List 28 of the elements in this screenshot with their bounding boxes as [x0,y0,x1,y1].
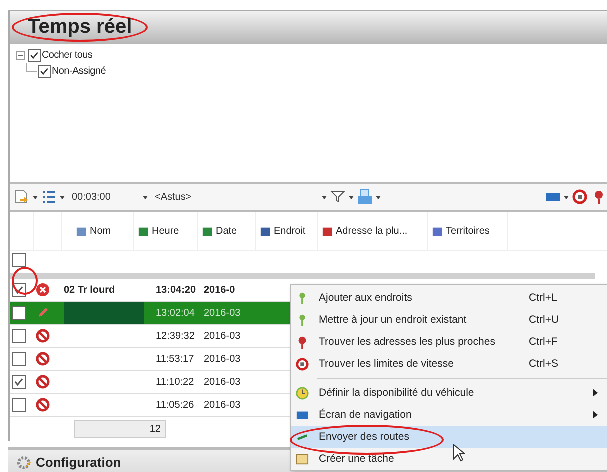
menu-item-label: Trouver les limites de vitesse [318,358,455,370]
shortcut-label: Ctrl+L [529,292,558,304]
table-cell-text: 2016-03 [204,400,242,411]
table-cell-text: 11:05:26 [155,400,196,411]
table-cell-text: 2016-0 [204,284,236,296]
menu-item-label: Trouver les adresses les plus proches [318,336,496,348]
shortcut-label: Ctrl+S [529,358,560,370]
table-cell-text: 2016-03 [204,376,242,388]
table-cell-text: 13:04:20 [155,284,198,296]
table-cell-text: 13:02:04 [155,308,196,319]
table-cell-text: 2016-03 [204,354,242,365]
menu-item-label: Ajouter aux endroits [318,292,414,304]
menu-item-label: Envoyer des routes [318,431,410,443]
table-cell-text: 2016-03 [204,308,242,319]
panel-title: Configuration [36,455,122,470]
shortcut-label: Ctrl+U [529,314,560,326]
menu-item-label: Définir la disponibilité du véhicule [318,387,476,399]
table-cell-text: 2016-03 [204,330,242,342]
panel-title: Temps réel [12,12,148,42]
table-cell-text: 11:53:17 [155,354,196,365]
menu-item-label: Écran de navigation [318,409,413,421]
table-cell-text: 12:39:32 [155,330,196,342]
vehicle-name: 02 Tr lourd [64,284,116,296]
menu-item-label: Mettre à jour un endroit existant [318,314,468,326]
table-cell-text: 11:10:22 [155,376,196,388]
menu-item-label: Créer une tâche [318,453,396,465]
row-count: 12 [74,420,166,438]
shortcut-label: Ctrl+F [529,336,559,348]
